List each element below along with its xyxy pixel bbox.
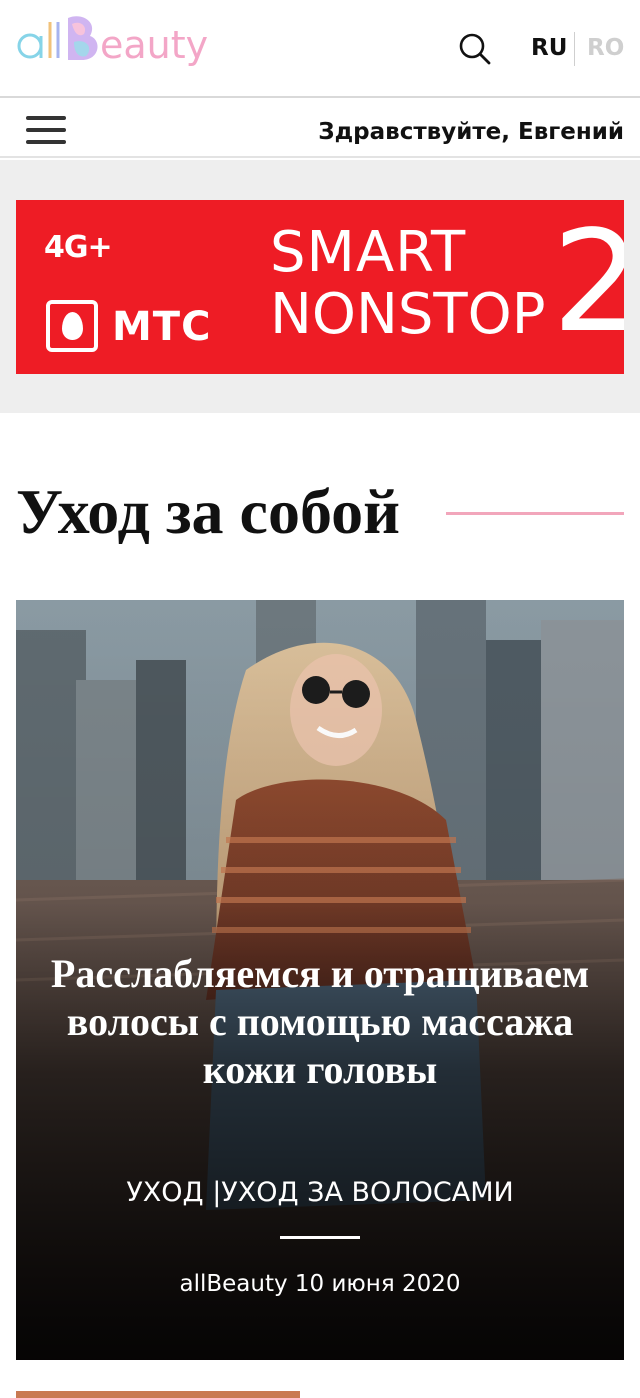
ad-network-label: 4G+ bbox=[44, 230, 113, 265]
category-link[interactable]: УХОД ЗА ВОЛОСАМИ bbox=[221, 1177, 513, 1208]
menu-line bbox=[26, 140, 66, 144]
ad-line-2: NONSTOP bbox=[270, 282, 546, 347]
search-icon bbox=[459, 33, 491, 65]
site-header: eauty RU RO bbox=[0, 0, 640, 98]
ad-number: 2 bbox=[552, 201, 624, 364]
article-title[interactable]: Расслабляемся и отращиваем волосы с помо… bbox=[40, 950, 600, 1094]
section-title-accent-line bbox=[446, 512, 624, 515]
svg-text:eauty: eauty bbox=[100, 23, 208, 67]
mts-egg-icon bbox=[46, 300, 98, 352]
search-button[interactable] bbox=[456, 30, 496, 70]
language-ro[interactable]: RO bbox=[587, 33, 624, 63]
article-categories: УХОД |УХОД ЗА ВОЛОСАМИ bbox=[16, 1174, 624, 1212]
category-link[interactable]: УХОД bbox=[126, 1177, 203, 1208]
language-ru[interactable]: RU bbox=[531, 33, 567, 63]
ad-line-1: SMART bbox=[270, 220, 467, 285]
category-separator: | bbox=[203, 1177, 222, 1208]
allbeauty-logo[interactable]: eauty bbox=[16, 8, 220, 72]
article-author[interactable]: allBeauty bbox=[179, 1271, 287, 1297]
logo-graphic: eauty bbox=[17, 16, 208, 67]
menu-line bbox=[26, 128, 66, 132]
language-separator bbox=[574, 32, 575, 66]
menu-line bbox=[26, 116, 66, 120]
mts-ad-banner[interactable]: 4G+ МТС SMART NONSTOP 2 bbox=[16, 200, 624, 374]
article-meta: allBeauty 10 июня 2020 bbox=[16, 1268, 624, 1300]
ad-brand: МТС bbox=[112, 304, 212, 350]
meta-divider bbox=[280, 1236, 360, 1239]
section-title: Уход за собой bbox=[16, 476, 400, 547]
hamburger-menu-icon[interactable] bbox=[26, 114, 66, 146]
next-article-thumbnail[interactable] bbox=[16, 1391, 300, 1398]
user-greeting[interactable]: Здравствуйте, Евгений bbox=[318, 114, 624, 150]
article-date: 10 июня 2020 bbox=[294, 1271, 461, 1297]
